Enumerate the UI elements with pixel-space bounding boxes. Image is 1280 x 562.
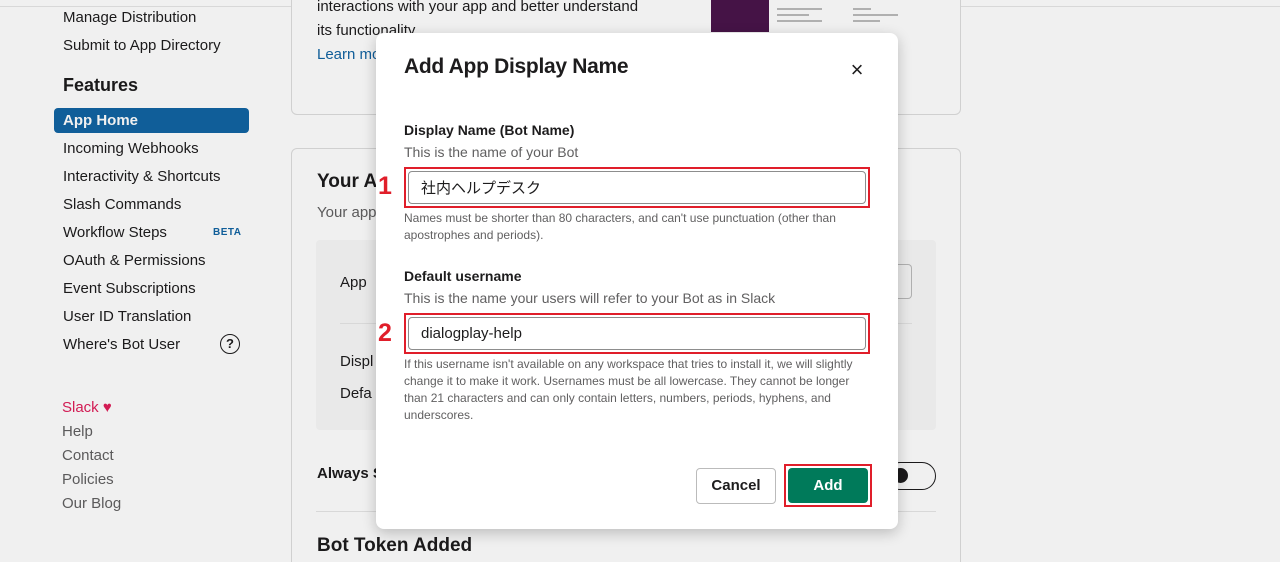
step-marker-2: 2 xyxy=(378,319,392,347)
add-button[interactable]: Add xyxy=(788,468,868,503)
display-name-label: Display Name (Bot Name) xyxy=(404,122,575,138)
add-button-highlight: Add xyxy=(784,464,872,507)
default-username-highlight xyxy=(404,313,870,354)
add-display-name-modal: Add App Display Name × Display Name (Bot… xyxy=(376,33,898,529)
display-name-hint: This is the name of your Bot xyxy=(404,144,579,160)
default-username-hint: This is the name your users will refer t… xyxy=(404,290,776,306)
close-icon[interactable]: × xyxy=(846,59,868,81)
display-name-highlight xyxy=(404,167,870,208)
cancel-button[interactable]: Cancel xyxy=(696,468,776,504)
modal-title: Add App Display Name xyxy=(404,55,629,78)
default-username-input[interactable] xyxy=(408,317,866,350)
display-name-note: Names must be shorter than 80 characters… xyxy=(404,211,836,242)
step-marker-1: 1 xyxy=(378,172,392,200)
default-username-note: If this username isn't available on any … xyxy=(404,357,853,422)
default-username-label: Default username xyxy=(404,268,522,284)
display-name-input[interactable] xyxy=(408,171,866,204)
